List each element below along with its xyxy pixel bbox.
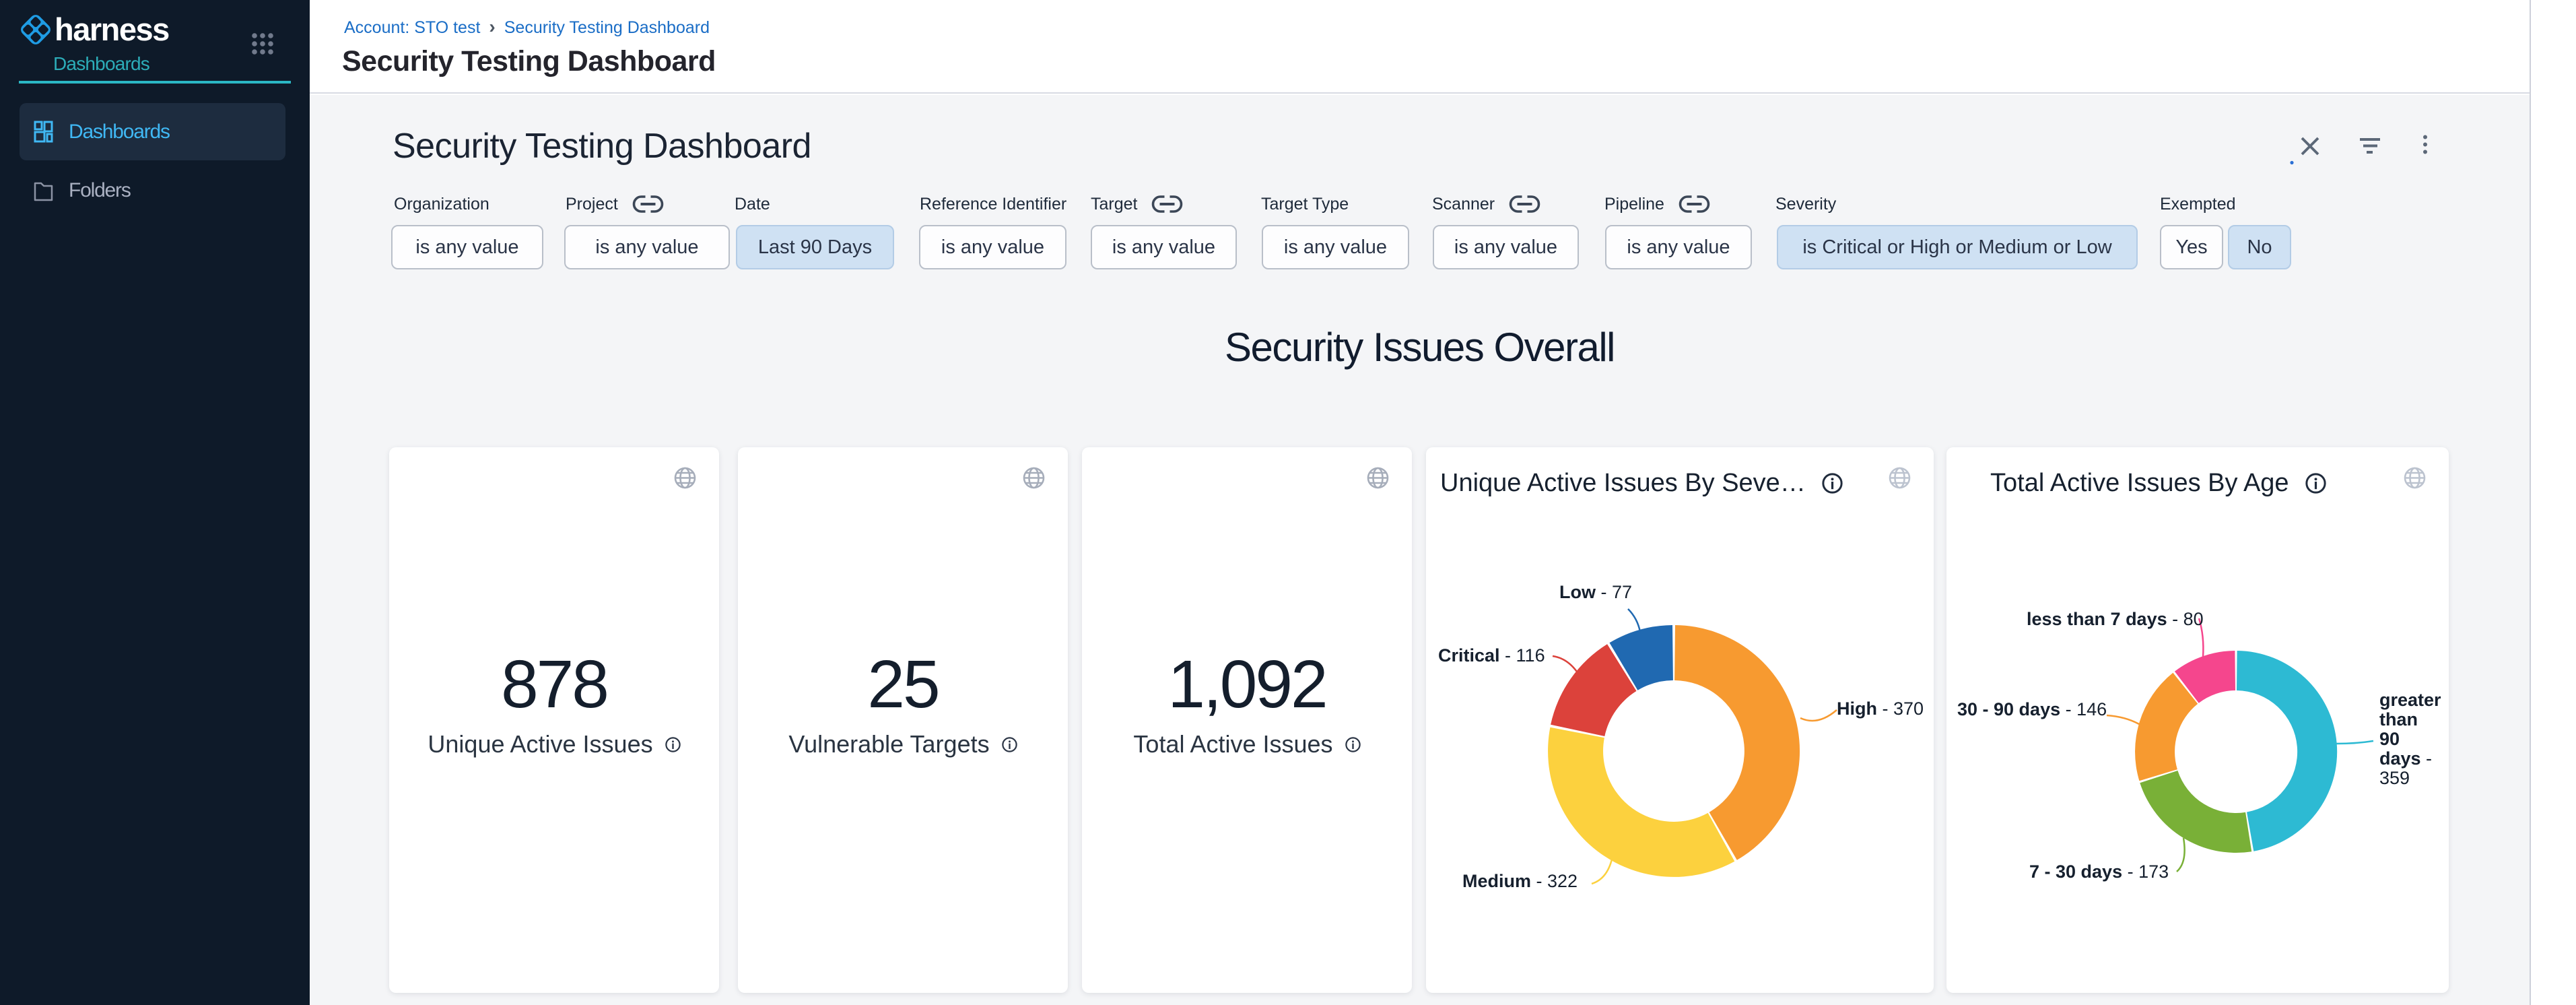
svg-text:Medium - 322: Medium - 322	[1462, 871, 1578, 891]
svg-text:90: 90	[2379, 729, 2400, 749]
svg-text:30 - 90 days - 146: 30 - 90 days - 146	[1957, 699, 2107, 719]
svg-text:than: than	[2379, 709, 2418, 730]
svg-text:greater: greater	[2379, 690, 2441, 710]
svg-text:less than 7 days - 80: less than 7 days - 80	[2027, 609, 2204, 629]
svg-text:days -: days -	[2379, 748, 2432, 769]
svg-text:Critical - 116: Critical - 116	[1438, 645, 1545, 666]
svg-text:359: 359	[2379, 768, 2410, 788]
svg-text:7 - 30 days - 173: 7 - 30 days - 173	[2029, 862, 2169, 882]
svg-text:High - 370: High - 370	[1837, 699, 1924, 719]
svg-text:Low - 77: Low - 77	[1559, 582, 1632, 602]
